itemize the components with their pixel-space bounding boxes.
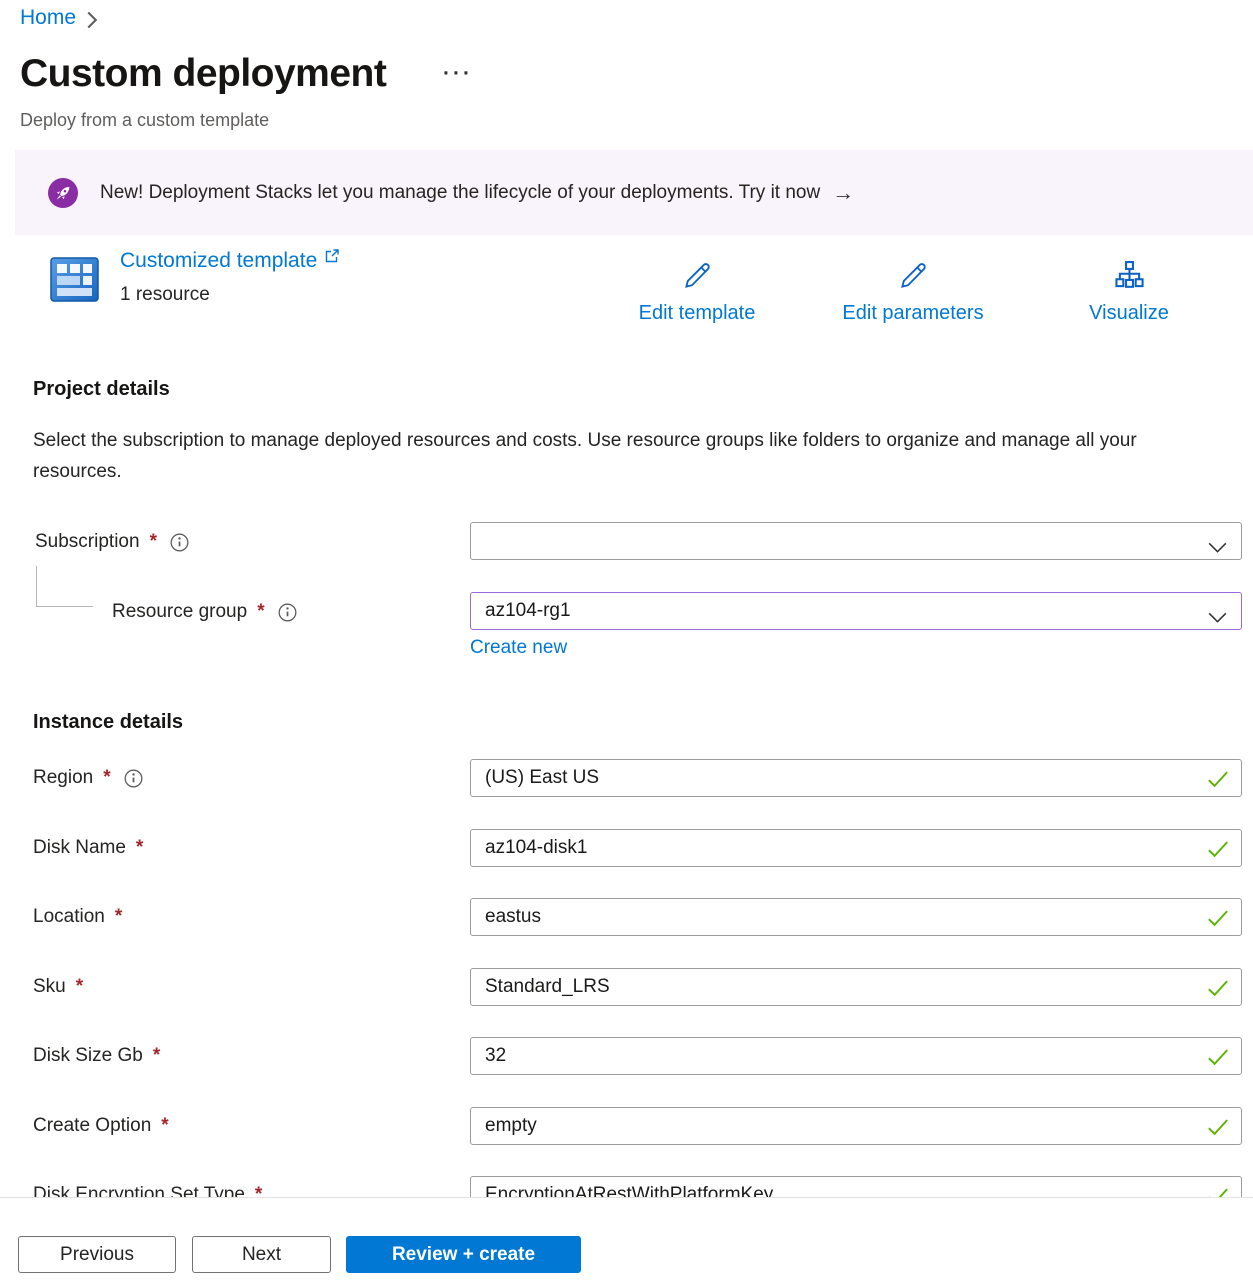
customized-template-link[interactable]: Customized template	[120, 249, 340, 273]
valid-check-icon	[1207, 1119, 1229, 1141]
template-icon	[50, 257, 99, 302]
resource-group-select[interactable]: az104-rg1	[470, 592, 1242, 630]
chevron-right-icon	[86, 11, 98, 29]
arrow-right-icon[interactable]: →	[832, 180, 854, 206]
visualize-button[interactable]: Visualize	[1029, 258, 1229, 325]
resource-group-label: Resource group*	[112, 601, 297, 623]
required-asterisk: *	[113, 906, 122, 928]
valid-check-icon	[1207, 1188, 1229, 1197]
edit-template-label: Edit template	[597, 302, 797, 325]
create-option-input[interactable]: empty	[470, 1107, 1242, 1145]
info-icon[interactable]	[278, 603, 297, 622]
breadcrumb: Home	[20, 6, 98, 30]
breadcrumb-home-link[interactable]: Home	[20, 6, 76, 30]
field-connector-line	[36, 566, 93, 607]
pencil-icon	[896, 258, 930, 294]
info-icon[interactable]	[124, 769, 143, 788]
external-link-icon	[324, 246, 340, 270]
page-subtitle: Deploy from a custom template	[20, 110, 269, 131]
disk-name-input[interactable]: az104-disk1	[470, 829, 1242, 867]
scroll-content: Home Custom deployment ··· Deploy from a…	[0, 0, 1253, 1197]
create-option-label: Create Option*	[33, 1115, 169, 1137]
deployment-stacks-banner: New! Deployment Stacks let you manage th…	[15, 150, 1253, 235]
location-label: Location*	[33, 906, 122, 928]
template-name-label: Customized template	[120, 249, 317, 273]
pencil-icon	[680, 258, 714, 294]
sku-label: Sku*	[33, 976, 83, 998]
sku-input[interactable]: Standard_LRS	[470, 968, 1242, 1006]
required-asterisk: *	[159, 1115, 168, 1137]
required-asterisk: *	[134, 837, 143, 859]
info-icon[interactable]	[170, 533, 189, 552]
required-asterisk: *	[101, 767, 110, 789]
create-new-link[interactable]: Create new	[470, 637, 567, 659]
region-input[interactable]: (US) East US	[470, 759, 1242, 797]
subscription-label: Subscription*	[35, 531, 189, 553]
banner-message[interactable]: New! Deployment Stacks let you manage th…	[100, 182, 820, 204]
review-create-button[interactable]: Review + create	[346, 1236, 581, 1273]
next-button[interactable]: Next	[192, 1236, 331, 1273]
valid-check-icon	[1207, 841, 1229, 863]
visualize-icon	[1113, 258, 1146, 294]
custom-deployment-page: Home Custom deployment ··· Deploy from a…	[0, 0, 1253, 1280]
required-asterisk: *	[253, 1184, 262, 1197]
valid-check-icon	[1207, 771, 1229, 793]
page-title: Custom deployment	[20, 52, 386, 96]
edit-template-button[interactable]: Edit template	[597, 258, 797, 325]
valid-check-icon	[1207, 910, 1229, 932]
resource-count: 1 resource	[120, 284, 210, 306]
project-details-description: Select the subscription to manage deploy…	[33, 425, 1183, 487]
previous-button[interactable]: Previous	[18, 1236, 176, 1273]
footer-bar: Previous Next Review + create	[0, 1197, 1253, 1280]
disk-encryption-set-type-input[interactable]: EncryptionAtRestWithPlatformKey	[470, 1176, 1242, 1197]
visualize-label: Visualize	[1029, 302, 1229, 325]
location-input[interactable]: eastus	[470, 898, 1242, 936]
required-asterisk: *	[148, 531, 157, 553]
disk-name-label: Disk Name*	[33, 837, 143, 859]
subscription-select[interactable]	[470, 522, 1242, 560]
more-menu-icon[interactable]: ···	[443, 62, 473, 86]
edit-parameters-button[interactable]: Edit parameters	[813, 258, 1013, 325]
project-details-heading: Project details	[33, 378, 170, 401]
chevron-down-icon	[1208, 607, 1227, 629]
instance-details-heading: Instance details	[33, 711, 183, 734]
disk-size-label: Disk Size Gb*	[33, 1045, 160, 1067]
valid-check-icon	[1207, 980, 1229, 1002]
required-asterisk: *	[151, 1045, 160, 1067]
required-asterisk: *	[74, 976, 83, 998]
resource-group-value: az104-rg1	[485, 600, 571, 622]
chevron-down-icon	[1208, 537, 1227, 559]
edit-parameters-label: Edit parameters	[813, 302, 1013, 325]
disk-size-input[interactable]: 32	[470, 1037, 1242, 1075]
region-label: Region*	[33, 767, 143, 789]
rocket-icon	[48, 178, 78, 208]
disk-encryption-set-type-label: Disk Encryption Set Type*	[33, 1184, 262, 1197]
valid-check-icon	[1207, 1049, 1229, 1071]
required-asterisk: *	[255, 601, 264, 623]
